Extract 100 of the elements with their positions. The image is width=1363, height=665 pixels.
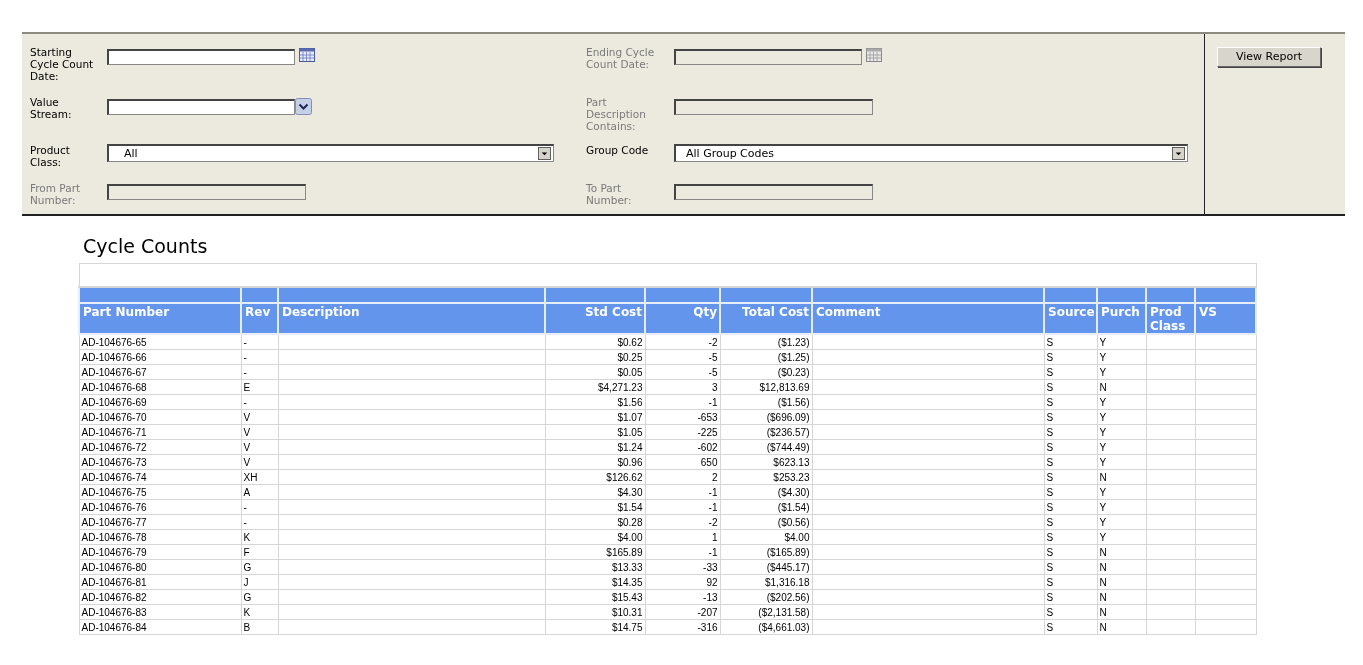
- table-cell: N: [1099, 561, 1107, 573]
- table-cell: G: [243, 591, 252, 603]
- table-cell: -1: [708, 396, 718, 408]
- table-cell: $0.62: [617, 336, 643, 348]
- table-cell: -1: [708, 501, 718, 513]
- table-cell: 1: [711, 531, 718, 543]
- table-cell: S: [1046, 351, 1054, 363]
- table-cell: AD-104676-74: [81, 471, 147, 483]
- table-cell: -2: [708, 516, 718, 528]
- table-cell: N: [1099, 546, 1107, 558]
- table-cell: $4,271.23: [598, 381, 643, 393]
- table-cell: -653: [697, 411, 718, 423]
- table-cell: S: [1046, 576, 1054, 588]
- report-title: Cycle Counts: [83, 234, 209, 258]
- value-stream-dropdown[interactable]: [107, 99, 295, 115]
- table-cell: -: [243, 396, 247, 408]
- table-cell: Y: [1099, 351, 1107, 363]
- view-report-button[interactable]: View Report: [1217, 46, 1321, 67]
- table-cell: S: [1046, 621, 1054, 633]
- column-header: Comment: [812, 303, 1044, 334]
- table-cell: N: [1099, 576, 1107, 588]
- table-cell: AD-104676-78: [81, 531, 147, 543]
- calendar-icon[interactable]: [299, 48, 315, 62]
- table-cell: S: [1046, 471, 1054, 483]
- table-cell: AD-104676-69: [81, 396, 147, 408]
- table-cell: $1.24: [617, 441, 643, 453]
- table-cell: S: [1046, 366, 1054, 378]
- table-cell: $14.75: [611, 621, 643, 633]
- table-cell: K: [243, 606, 251, 618]
- table-cell: N: [1099, 381, 1107, 393]
- table-cell: S: [1046, 486, 1054, 498]
- table-cell: ($202.56): [766, 591, 810, 603]
- table-cell: ($236.57): [766, 426, 810, 438]
- table-cell: Y: [1099, 516, 1107, 528]
- column-header: Part Number: [79, 303, 241, 334]
- table-cell: $12,813.69: [759, 381, 810, 393]
- calendar-icon[interactable]: [866, 48, 882, 62]
- table-cell: $253.23: [773, 471, 810, 483]
- table-cell: V: [243, 411, 251, 423]
- table-cell: Y: [1099, 426, 1107, 438]
- select-field[interactable]: All Group Codes: [674, 144, 1188, 162]
- column-header: Source: [1044, 303, 1097, 334]
- table-cell: ($2,131.58): [758, 606, 810, 618]
- table-cell: N: [1099, 621, 1107, 633]
- table-cell: $0.05: [617, 366, 643, 378]
- table-cell: Y: [1099, 501, 1107, 513]
- column-header: Total Cost: [720, 303, 812, 334]
- table-cell: -: [243, 501, 247, 513]
- table-cell: S: [1046, 531, 1054, 543]
- table-cell: AD-104676-70: [81, 411, 147, 423]
- table-cell: -5: [708, 366, 718, 378]
- table-cell: ($4.30): [777, 486, 810, 498]
- table-cell: S: [1046, 426, 1054, 438]
- table-cell: $1.05: [617, 426, 643, 438]
- table-cell: $1.54: [617, 501, 643, 513]
- column-header: VS: [1195, 303, 1257, 334]
- table-cell: Y: [1099, 441, 1107, 453]
- table-cell: $165.89: [606, 546, 643, 558]
- table-cell: -225: [697, 426, 718, 438]
- table-cell: 2: [711, 471, 718, 483]
- table-cell: -: [243, 336, 247, 348]
- table-cell: V: [243, 456, 251, 468]
- select-field[interactable]: All: [107, 144, 554, 162]
- table-cell: ($4,661.03): [758, 621, 810, 633]
- table-cell: S: [1046, 381, 1054, 393]
- table-cell: S: [1046, 516, 1054, 528]
- table-cell: B: [243, 621, 251, 633]
- table-cell: $4.30: [617, 486, 643, 498]
- table-cell: Y: [1099, 486, 1107, 498]
- table-cell: ($1.54): [777, 501, 810, 513]
- field-label: Starting Cycle Count Date:: [30, 46, 95, 82]
- table-cell: E: [243, 381, 251, 393]
- table-cell: AD-104676-83: [81, 606, 147, 618]
- table-cell: ($1.23): [777, 336, 810, 348]
- field-label: Part Description Contains:: [586, 96, 647, 132]
- table-cell: AD-104676-77: [81, 516, 147, 528]
- table-cell: AD-104676-72: [81, 441, 147, 453]
- table-cell: Y: [1099, 456, 1107, 468]
- table-cell: XH: [243, 471, 258, 483]
- table-cell: 3: [711, 381, 718, 393]
- table-cell: S: [1046, 396, 1054, 408]
- caret-icon[interactable]: [1172, 147, 1185, 160]
- table-cell: ($165.89): [766, 546, 810, 558]
- date-input-field[interactable]: [107, 49, 295, 65]
- table-cell: ($0.56): [777, 516, 810, 528]
- table-cell: ($744.49): [766, 441, 810, 453]
- table-cell: S: [1046, 591, 1054, 603]
- table-cell: -207: [697, 606, 718, 618]
- table-cell: V: [243, 441, 251, 453]
- table-cell: Y: [1099, 396, 1107, 408]
- table-cell: $623.13: [773, 456, 810, 468]
- table-cell: ($1.25): [777, 351, 810, 363]
- table-cell: Y: [1099, 531, 1107, 543]
- table-cell: S: [1046, 561, 1054, 573]
- table-cell: AD-104676-67: [81, 366, 147, 378]
- table-cell: AD-104676-71: [81, 426, 147, 438]
- caret-icon[interactable]: [538, 147, 551, 160]
- table-cell: AD-104676-76: [81, 501, 147, 513]
- table-cell: ($0.23): [777, 366, 810, 378]
- table-cell: AD-104676-80: [81, 561, 147, 573]
